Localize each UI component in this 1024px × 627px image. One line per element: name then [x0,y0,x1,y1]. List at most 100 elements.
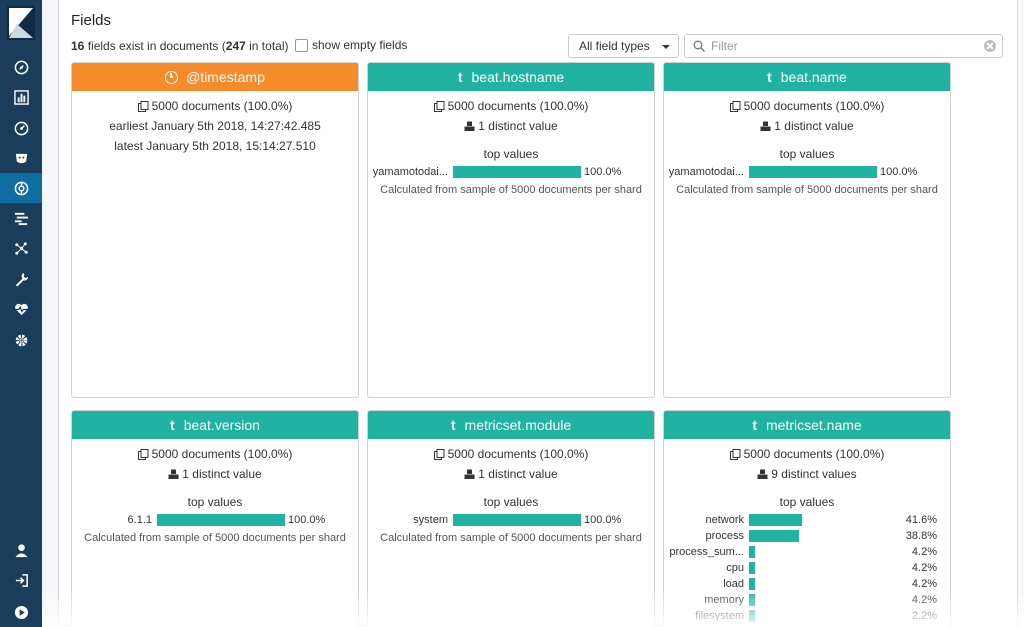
top-value-percent: 4.2% [911,594,937,606]
nav-item-discover[interactable] [0,52,42,82]
top-value-percent: 100.0% [288,514,326,526]
nav-item-graph[interactable] [0,233,42,263]
doc-count-text: 5000 documents (100.0%) [743,99,885,113]
nav-item-timelion[interactable] [0,143,42,173]
top-value-percent: 2.2% [911,610,937,622]
top-value-bar [453,166,581,178]
top-value-percent: 100.0% [584,166,622,178]
nav-item-user[interactable] [0,535,42,565]
top-value-percent: 4.2% [911,562,937,574]
distinct-count-text: 9 distinct values [771,467,857,481]
top-value-row[interactable]: cpu 4.2% [664,560,950,576]
sample-note: Calculated from sample of 5000 documents… [84,532,346,544]
field-card-timestamp: @timestamp 5000 documents (100.0%) earli… [71,62,359,398]
filter-input[interactable] [711,39,984,53]
caret-down-icon [662,45,670,49]
top-values-list: yamamotodai... 100.0% [368,164,654,180]
clear-filter-icon[interactable] [984,40,996,52]
field-type-select[interactable]: All field types [568,34,679,58]
nav-item-monitoring[interactable] [0,294,42,324]
top-value-percent: 38.8% [905,530,937,542]
cubes-icon [168,469,179,479]
nav-item-logout[interactable] [0,565,42,595]
field-card-header[interactable]: t metricset.module [368,411,654,439]
nav-item-visualize[interactable] [0,82,42,112]
top-value-row[interactable]: system 100.0% [368,512,654,528]
cubes-icon [757,469,768,479]
distinct-count: 1 distinct value [72,464,358,484]
distinct-count: 1 distinct value [368,116,654,136]
field-card-header[interactable]: t beat.name [664,63,950,91]
nav-item-collapse[interactable] [0,597,42,627]
top-value-row[interactable]: load 4.2% [664,576,950,592]
nav-item-dashboard[interactable] [0,113,42,143]
monitoring-icon [14,303,28,315]
field-card-metricset-module: t metricset.module 5000 documents (100.0… [367,410,655,627]
documents-icon [729,448,741,460]
field-name: beat.hostname [471,69,565,85]
top-value-row[interactable]: process_sum... 4.2% [664,544,950,560]
top-value-bar [453,514,581,526]
top-value-bar-track [749,578,877,590]
page-title: Fields [71,12,112,29]
top-value-row[interactable]: network 41.6% [664,512,950,528]
text-type-icon: t [450,417,456,433]
top-value-row[interactable]: yamamotodai... 100.0% [368,164,654,180]
field-card-header[interactable]: t beat.hostname [368,63,654,91]
doc-count-text: 5000 documents (100.0%) [151,99,293,113]
top-value-bar [157,514,285,526]
filter-box[interactable] [684,34,1003,58]
top-value-row[interactable]: memory 4.2% [664,592,950,608]
field-card-header[interactable]: t metricset.name [664,411,950,439]
field-name: beat.name [780,69,847,85]
clock-icon [165,70,179,84]
field-card-header[interactable]: @timestamp [72,63,358,91]
nav-item-apm[interactable] [0,203,42,233]
sample-note: Calculated from sample of 5000 documents… [380,184,642,196]
top-value-row[interactable]: process 38.8% [664,528,950,544]
show-empty-checkbox[interactable] [295,38,308,52]
top-value-row[interactable]: yamamotodai... 100.0% [664,164,950,180]
top-values-label: top values [483,495,539,509]
sample-note: Calculated from sample of 5000 documents… [676,184,938,196]
top-value-key: system [413,514,448,526]
distinct-count-text: 1 distinct value [478,119,558,133]
nav-item-management[interactable] [0,325,42,355]
documents-icon [137,100,149,112]
top-value-bar [749,578,755,590]
user-icon [14,543,28,557]
field-card-header[interactable]: t beat.version [72,411,358,439]
top-value-bar-track [749,546,877,558]
doc-count: 5000 documents (100.0%) [368,96,654,116]
doc-count: 5000 documents (100.0%) [72,444,358,464]
documents-icon [433,100,445,112]
top-value-key: process [705,530,744,542]
text-type-icon: t [170,417,175,433]
top-value-row[interactable]: 6.1.1 100.0% [72,512,358,528]
top-value-percent: 4.2% [911,546,937,558]
top-value-row[interactable]: filesystem 2.2% [664,608,950,624]
field-name: beat.version [183,417,260,433]
cubes-icon [760,121,771,131]
kibana-logo[interactable] [7,6,35,40]
top-value-bar-track [453,166,581,178]
dev-tools-icon [15,272,28,287]
side-nav [0,0,42,627]
show-empty-fields-toggle[interactable]: show empty fields [295,38,407,52]
distinct-count-text: 1 distinct value [774,119,854,133]
field-card-beat-version: t beat.version 5000 documents (100.0%) 1… [71,410,359,627]
distinct-count: 9 distinct values [664,464,950,484]
top-value-key: yamamotodai... [668,166,744,178]
documents-icon [729,100,741,112]
top-values-label: top values [779,147,835,161]
nav-item-machine-learning[interactable] [0,173,42,203]
top-value-bar-track [749,530,877,542]
earliest-date: earliest January 5th 2018, 14:27:42.485 [109,119,321,133]
nav-item-dev-tools[interactable] [0,264,42,294]
top-value-bar-track [157,514,285,526]
top-value-key: memory [704,594,744,606]
apm-icon [14,212,28,225]
top-values-label: top values [187,495,243,509]
show-empty-label: show empty fields [312,38,408,52]
top-value-bar-track [749,514,877,526]
